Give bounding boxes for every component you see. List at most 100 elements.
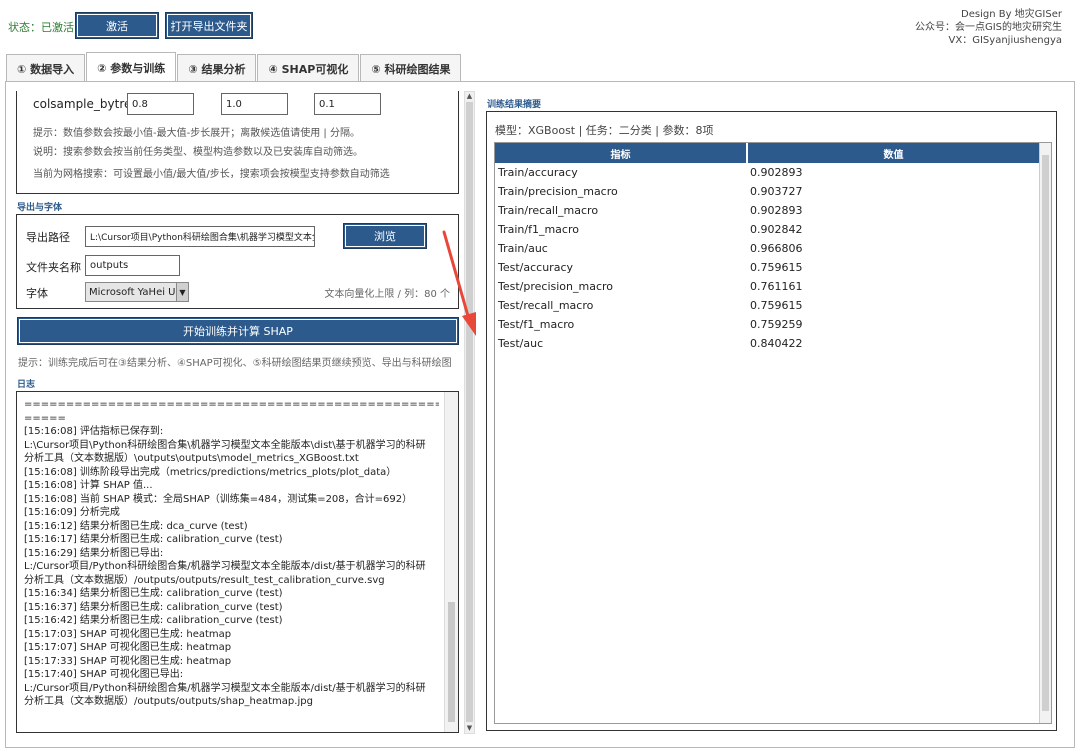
metric-value-cell: 0.761161 bbox=[750, 280, 803, 293]
column-header-metric[interactable]: 指标 bbox=[495, 143, 748, 163]
scroll-up-icon[interactable]: ▲ bbox=[465, 92, 474, 101]
metric-name-cell: Train/auc bbox=[498, 242, 548, 255]
metric-value-cell: 0.759615 bbox=[750, 261, 803, 274]
left-pane-scrollbar-thumb[interactable] bbox=[466, 102, 473, 722]
log-line: L:\Cursor项目\Python科研绘图合集\机器学习模型文本全能版本\di… bbox=[24, 439, 426, 451]
tab-data-import[interactable]: ① 数据导入 bbox=[6, 54, 86, 82]
annotation-arrow-icon bbox=[442, 230, 476, 336]
table-row[interactable]: Train/auc 0.966806 bbox=[495, 240, 1041, 259]
metrics-table-scrollbar-thumb[interactable] bbox=[1042, 155, 1049, 711]
export-section-title: 导出与字体 bbox=[17, 203, 63, 213]
chevron-down-icon[interactable]: ▼ bbox=[176, 283, 188, 301]
metric-value-cell: 0.759615 bbox=[750, 299, 803, 312]
param-min-input[interactable]: 0.8 bbox=[127, 93, 194, 115]
log-line: [15:16:08] 评估指标已保存到: bbox=[24, 426, 164, 437]
tab-bar: ① 数据导入 ② 参数与训练 ③ 结果分析 ④ SHAP可视化 ⑤ 科研绘图结果 bbox=[6, 52, 462, 82]
log-line: L:/Cursor项目/Python科研绘图合集/机器学习模型文本全能版本/di… bbox=[24, 561, 426, 572]
log-section-title: 日志 bbox=[17, 380, 36, 390]
log-line: [15:16:34] 结果分析图已生成: calibration_curve (… bbox=[24, 588, 283, 599]
metric-name-cell: Train/accuracy bbox=[498, 166, 578, 179]
log-line: 分析工具（文本数据版）/outputs/outputs/shap_heatmap… bbox=[24, 696, 313, 707]
metric-name-cell: Train/precision_macro bbox=[498, 185, 618, 198]
log-line: 分析工具（文本数据版）\outputs\outputs\model_metric… bbox=[24, 453, 359, 464]
font-label: 字体 bbox=[26, 287, 48, 300]
log-scrollbar[interactable] bbox=[444, 392, 458, 732]
train-and-shap-button[interactable]: 开始训练并计算 SHAP bbox=[17, 317, 459, 345]
train-hint: 提示：训练完成后可在③结果分析、④SHAP可视化、⑤科研绘图结果页继续预览、导出… bbox=[18, 358, 452, 369]
param-hint: 提示：数值参数会按最小值-最大值-步长展开；离散候选值请使用 | 分隔。 bbox=[33, 128, 360, 139]
font-select-value: Microsoft YaHei UI bbox=[89, 286, 179, 298]
log-line: [15:16:09] 分析完成 bbox=[24, 507, 120, 518]
tab-params-training[interactable]: ② 参数与训练 bbox=[86, 52, 177, 82]
credits: Design By 地灾GISer 公众号：会一点GIS的地灾研究生 VX：GI… bbox=[915, 8, 1062, 47]
metric-name-cell: Test/accuracy bbox=[498, 261, 573, 274]
table-row[interactable]: Test/f1_macro 0.759259 bbox=[495, 316, 1041, 335]
param-max-input[interactable]: 1.0 bbox=[221, 93, 288, 115]
log-line: ===== bbox=[24, 412, 66, 424]
log-line: [15:16:29] 结果分析图已导出: bbox=[24, 547, 164, 559]
log-line: [15:17:07] SHAP 可视化图已生成: heatmap bbox=[24, 642, 232, 653]
metrics-table: 指标 数值 Train/accuracy 0.902893 Train/precis… bbox=[494, 142, 1052, 724]
table-row[interactable]: Test/auc 0.840422 bbox=[495, 335, 1041, 354]
log-line: [15:17:40] SHAP 可视化图已导出: bbox=[24, 669, 184, 680]
font-select[interactable]: Microsoft YaHei UI ▼ bbox=[85, 282, 189, 302]
log-content: ========================================… bbox=[24, 398, 439, 709]
tab-shap-visualization[interactable]: ④ SHAP可视化 bbox=[257, 54, 360, 82]
log-line: [15:16:08] 当前 SHAP 模式：全局SHAP（训练集=484，测试集… bbox=[24, 493, 413, 505]
param-hint: 当前为网格搜索：可设置最小值/最大值/步长，搜索项会按模型支持参数自动筛选 bbox=[33, 169, 390, 180]
scroll-down-icon[interactable]: ▼ bbox=[465, 724, 474, 733]
log-line: ========================================… bbox=[24, 399, 439, 410]
metric-name-cell: Train/f1_macro bbox=[498, 223, 579, 236]
table-row[interactable]: Train/accuracy 0.902893 bbox=[495, 164, 1041, 183]
tab-result-analysis[interactable]: ③ 结果分析 bbox=[177, 54, 257, 82]
folder-name-label: 文件夹名称 bbox=[26, 261, 81, 274]
metric-value-cell: 0.902842 bbox=[750, 223, 803, 236]
metric-name-cell: Test/f1_macro bbox=[498, 318, 575, 331]
credit-line: Design By 地灾GISer bbox=[961, 9, 1062, 20]
log-line: [15:17:03] SHAP 可视化图已生成: heatmap bbox=[24, 628, 232, 640]
log-line: [15:16:17] 结果分析图已生成: calibration_curve (… bbox=[24, 534, 283, 545]
activate-button[interactable]: 激活 bbox=[75, 12, 159, 39]
metric-name-cell: Test/precision_macro bbox=[498, 280, 614, 293]
left-pane-scrollbar[interactable]: ▲ ▼ bbox=[464, 91, 475, 734]
activation-status: 状态：已激活 bbox=[8, 21, 74, 34]
table-row[interactable]: Test/recall_macro 0.759615 bbox=[495, 297, 1041, 316]
open-export-folder-button[interactable]: 打开导出文件夹 bbox=[165, 12, 253, 39]
export-path-input[interactable]: L:\Cursor项目\Python科研绘图合集\机器学习模型文本全能版 bbox=[85, 226, 315, 247]
param-name-label: colsample_bytree bbox=[33, 97, 139, 111]
log-line: [15:17:33] SHAP 可视化图已生成: heatmap bbox=[24, 655, 232, 667]
export-path-label: 导出路径 bbox=[26, 231, 70, 244]
table-row[interactable]: Train/recall_macro 0.902893 bbox=[495, 202, 1041, 221]
table-row[interactable]: Train/f1_macro 0.902842 bbox=[495, 221, 1041, 240]
vectorize-limit-hint: 文本向量化上限 / 列：80 个 bbox=[324, 289, 450, 300]
column-header-value[interactable]: 数值 bbox=[748, 143, 1041, 163]
log-line: L:/Cursor项目/Python科研绘图合集/机器学习模型文本全能版本/di… bbox=[24, 682, 426, 694]
param-hint: 说明：搜索参数会按当前任务类型、模型构造参数以及已安装库自动筛选。 bbox=[33, 147, 363, 158]
metric-value-cell: 0.759259 bbox=[750, 318, 803, 331]
metric-value-cell: 0.903727 bbox=[750, 185, 803, 198]
metric-name-cell: Test/recall_macro bbox=[498, 299, 594, 312]
credit-line: 公众号：会一点GIS的地灾研究生 bbox=[914, 22, 1062, 33]
log-line: [15:16:08] 训练阶段导出完成（metrics/predictions/… bbox=[24, 466, 397, 478]
metric-name-cell: Test/auc bbox=[498, 337, 544, 350]
log-line: [15:16:37] 结果分析图已生成: calibration_curve (… bbox=[24, 601, 283, 613]
metric-name-cell: Train/recall_macro bbox=[498, 204, 599, 217]
metric-value-cell: 0.902893 bbox=[750, 166, 803, 179]
search-params-box: colsample_bytree 0.8 1.0 0.1 提示：数值参数会按最小… bbox=[16, 91, 459, 194]
results-box: 模型：XGBoost | 任务：二分类 | 参数：8项 指标 数值 Train/… bbox=[486, 111, 1057, 731]
results-section-title: 训练结果摘要 bbox=[487, 100, 542, 110]
metric-value-cell: 0.902893 bbox=[750, 204, 803, 217]
top-bar: 状态：已激活 激活 打开导出文件夹 Design By 地灾GISer 公众号：… bbox=[0, 0, 1080, 50]
folder-name-input[interactable]: outputs bbox=[85, 255, 180, 276]
log-line: [15:16:12] 结果分析图已生成: dca_curve (test) bbox=[24, 520, 248, 532]
table-row[interactable]: Test/accuracy 0.759615 bbox=[495, 259, 1041, 278]
browse-button[interactable]: 浏览 bbox=[343, 223, 427, 249]
table-row[interactable]: Test/precision_macro 0.761161 bbox=[495, 278, 1041, 297]
table-row[interactable]: Train/precision_macro 0.903727 bbox=[495, 183, 1041, 202]
tab-research-plots[interactable]: ⑤ 科研绘图结果 bbox=[360, 54, 462, 82]
export-box: 导出路径 L:\Cursor项目\Python科研绘图合集\机器学习模型文本全能… bbox=[16, 214, 459, 309]
credit-line: VX：GISyanjiushengya bbox=[948, 35, 1062, 46]
log-box: ========================================… bbox=[16, 391, 459, 733]
log-scrollbar-thumb[interactable] bbox=[448, 602, 455, 722]
param-step-input[interactable]: 0.1 bbox=[314, 93, 381, 115]
